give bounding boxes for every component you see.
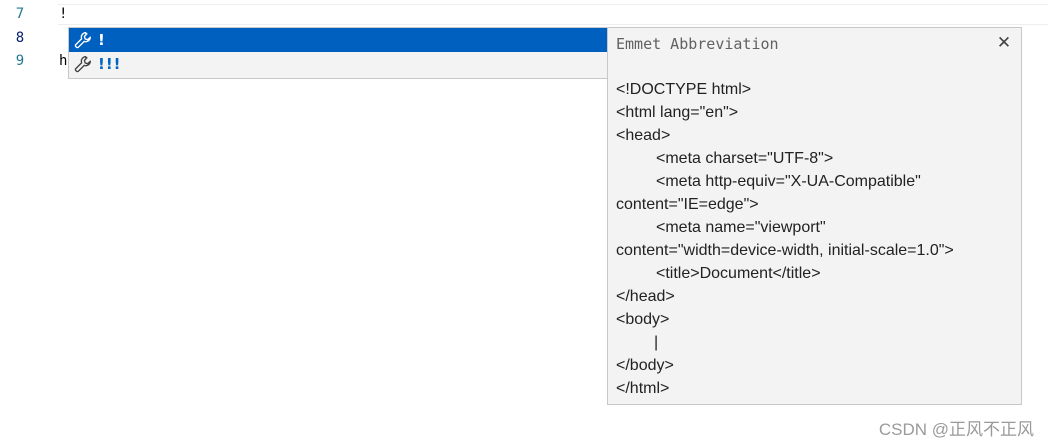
snippet-line: <!DOCTYPE html> xyxy=(616,81,752,98)
snippet-line: content="IE=edge"> xyxy=(616,196,759,213)
snippet-line: <title>Document</title> xyxy=(656,265,821,282)
suggestion-widget: ! !!! xyxy=(68,27,608,79)
snippet-cursor-line: | xyxy=(654,334,659,351)
line-number-7: 7 xyxy=(15,6,25,22)
snippet-line: </html> xyxy=(616,380,670,397)
code-editor[interactable]: 7 8 9 ! h ! !!! Emmet Abbreviation ✕ <!D xyxy=(0,0,1050,448)
code-line-9[interactable]: h xyxy=(59,50,67,73)
suggestion-details-panel: Emmet Abbreviation ✕ <!DOCTYPE html> <ht… xyxy=(607,27,1022,405)
snippet-line: <meta charset="UTF-8"> xyxy=(656,150,834,167)
suggestion-label: !!! xyxy=(98,55,122,73)
wrench-icon xyxy=(73,54,93,74)
code-line-7[interactable]: ! xyxy=(59,3,67,26)
watermark: CSDN @正风不正风 xyxy=(878,420,1034,439)
suggestion-label: ! xyxy=(98,31,106,49)
current-line-highlight xyxy=(58,4,1048,25)
close-icon[interactable]: ✕ xyxy=(995,34,1013,52)
snippet-line: <head> xyxy=(616,127,671,144)
snippet-line: <body> xyxy=(616,311,670,328)
details-snippet-preview: <!DOCTYPE html> <html lang="en"> <head> … xyxy=(616,78,1016,400)
snippet-line: <meta name="viewport" xyxy=(656,219,826,236)
snippet-line: content="width=device-width, initial-sca… xyxy=(616,242,954,259)
snippet-line: </head> xyxy=(616,288,675,305)
suggestion-item[interactable]: !!! xyxy=(69,52,607,76)
wrench-icon xyxy=(73,30,93,50)
line-number-8: 8 xyxy=(15,30,25,46)
snippet-line: <html lang="en"> xyxy=(616,104,739,121)
snippet-line: <meta http-equiv="X-UA-Compatible" xyxy=(656,173,921,190)
snippet-line: </body> xyxy=(616,357,674,374)
suggestion-item-selected[interactable]: ! xyxy=(69,28,607,52)
line-number-9: 9 xyxy=(15,53,25,69)
details-title: Emmet Abbreviation xyxy=(616,35,779,53)
